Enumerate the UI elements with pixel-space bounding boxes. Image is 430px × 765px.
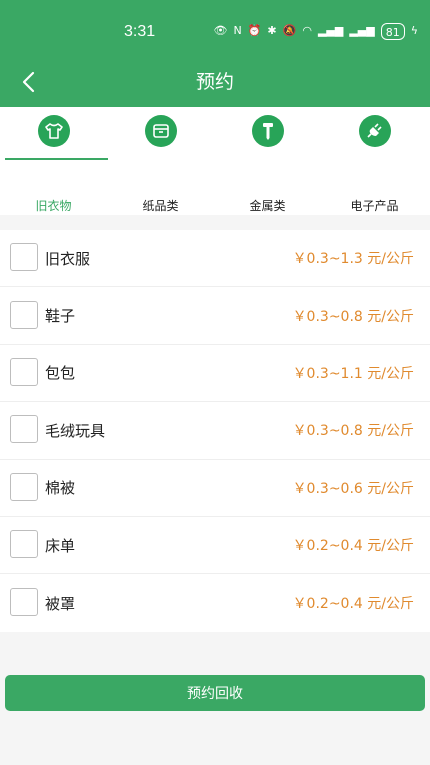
list-item[interactable]: 旧衣服 ￥0.3~1.3 元/公斤	[0, 230, 430, 288]
battery-indicator: 81	[380, 22, 405, 40]
item-price: ￥0.3~0.8 元/公斤	[292, 308, 414, 325]
list-item[interactable]: 包包 ￥0.3~1.1 元/公斤	[0, 345, 430, 403]
status-icons: 👁 N ⏰ ✱ 🔕 ◠ ▂▄▆ ▂▄▆ 81 ϟ	[214, 22, 418, 40]
status-time: 3:31	[124, 23, 156, 40]
tab-old-clothes[interactable]: 旧衣物	[0, 107, 107, 215]
list-item[interactable]: 床单 ￥0.2~0.4 元/公斤	[0, 517, 430, 575]
nfc-icon: N	[233, 24, 242, 37]
plug-icon	[358, 115, 391, 147]
shirt-icon	[37, 115, 70, 147]
bluetooth-icon: ✱	[267, 24, 277, 37]
signal-icon: ▂▄▆	[317, 24, 344, 37]
wifi-icon: ◠	[302, 24, 312, 37]
item-checkbox[interactable]	[10, 530, 38, 559]
tab-label: 电子产品	[350, 199, 399, 213]
item-name: 床单	[45, 536, 76, 555]
item-list: 旧衣服 ￥0.3~1.3 元/公斤 鞋子 ￥0.3~0.8 元/公斤 包包 ￥0…	[0, 230, 430, 632]
item-checkbox[interactable]	[10, 243, 38, 272]
tab-paper[interactable]: 纸品类	[107, 107, 214, 215]
eye-icon: 👁	[213, 24, 228, 37]
item-name: 旧衣服	[45, 249, 91, 268]
item-price: ￥0.2~0.4 元/公斤	[292, 538, 414, 555]
item-checkbox[interactable]	[10, 300, 38, 329]
tab-metal[interactable]: 金属类	[214, 107, 321, 215]
box-icon	[144, 115, 177, 147]
item-checkbox[interactable]	[10, 415, 38, 444]
item-name: 毛绒玩具	[45, 421, 106, 440]
item-name: 棉被	[45, 479, 76, 498]
item-price: ￥0.2~0.4 元/公斤	[292, 596, 414, 613]
tab-electronics[interactable]: 电子产品	[321, 107, 428, 215]
list-item[interactable]: 被罩 ￥0.2~0.4 元/公斤	[0, 574, 430, 631]
alarm-icon: ⏰	[247, 24, 262, 37]
list-item[interactable]: 棉被 ￥0.3~0.6 元/公斤	[0, 460, 430, 517]
item-price: ￥0.3~1.3 元/公斤	[292, 251, 414, 268]
tab-label: 旧衣物	[35, 199, 72, 213]
list-item[interactable]: 毛绒玩具 ￥0.3~0.8 元/公斤	[0, 402, 430, 460]
item-name: 被罩	[45, 594, 76, 613]
category-tabs: 旧衣物 纸品类 金属类 电子产品	[0, 107, 430, 215]
header-bar: 3:31 👁 N ⏰ ✱ 🔕 ◠ ▂▄▆ ▂▄▆ 81 ϟ 预约	[0, 0, 430, 107]
list-item[interactable]: 鞋子 ￥0.3~0.8 元/公斤	[0, 287, 430, 345]
item-name: 鞋子	[45, 307, 76, 326]
active-tab-indicator	[5, 158, 108, 160]
item-checkbox[interactable]	[10, 588, 38, 617]
tab-label: 纸品类	[142, 199, 179, 213]
mute-icon: 🔕	[282, 24, 297, 37]
tab-label: 金属类	[249, 199, 286, 213]
page-title: 预约	[195, 71, 234, 93]
signal-5g-icon: ▂▄▆	[349, 24, 375, 37]
item-price: ￥0.3~0.8 元/公斤	[292, 423, 414, 440]
item-checkbox[interactable]	[10, 472, 38, 501]
item-name: 包包	[45, 364, 76, 383]
charging-icon: ϟ	[410, 24, 418, 37]
screw-icon	[251, 115, 284, 147]
item-price: ￥0.3~0.6 元/公斤	[292, 480, 414, 497]
item-price: ￥0.3~1.1 元/公斤	[292, 365, 414, 382]
item-checkbox[interactable]	[10, 357, 38, 386]
book-recycling-button[interactable]: 预约回收	[5, 675, 425, 711]
